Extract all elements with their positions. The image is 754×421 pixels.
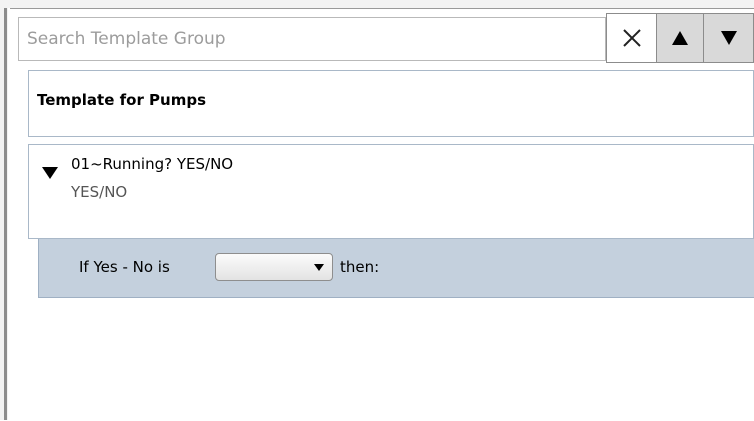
condition-label: If Yes - No is: [79, 258, 170, 276]
question-title: 01~Running? YES/NO: [71, 155, 234, 173]
arrow-up-icon: [672, 31, 688, 45]
template-group-card[interactable]: Template for Pumps: [28, 70, 754, 137]
condition-row: If Yes - No is then:: [38, 239, 754, 298]
move-down-button[interactable]: [704, 13, 754, 63]
condition-value-dropdown[interactable]: [215, 253, 333, 281]
left-border: [4, 8, 7, 420]
condition-suffix: then:: [340, 258, 380, 276]
question-card[interactable]: 01~Running? YES/NO YES/NO: [28, 144, 754, 239]
arrow-down-icon: [720, 31, 737, 45]
template-title: Template for Pumps: [37, 91, 207, 109]
close-icon: [622, 29, 641, 47]
search-input[interactable]: [19, 18, 605, 60]
move-up-button[interactable]: [657, 13, 704, 63]
chevron-down-icon: [314, 264, 324, 271]
question-subtitle: YES/NO: [71, 183, 128, 201]
triangle-down-icon[interactable]: [41, 165, 59, 184]
search-box[interactable]: [18, 17, 606, 61]
clear-search-button[interactable]: [606, 13, 657, 63]
